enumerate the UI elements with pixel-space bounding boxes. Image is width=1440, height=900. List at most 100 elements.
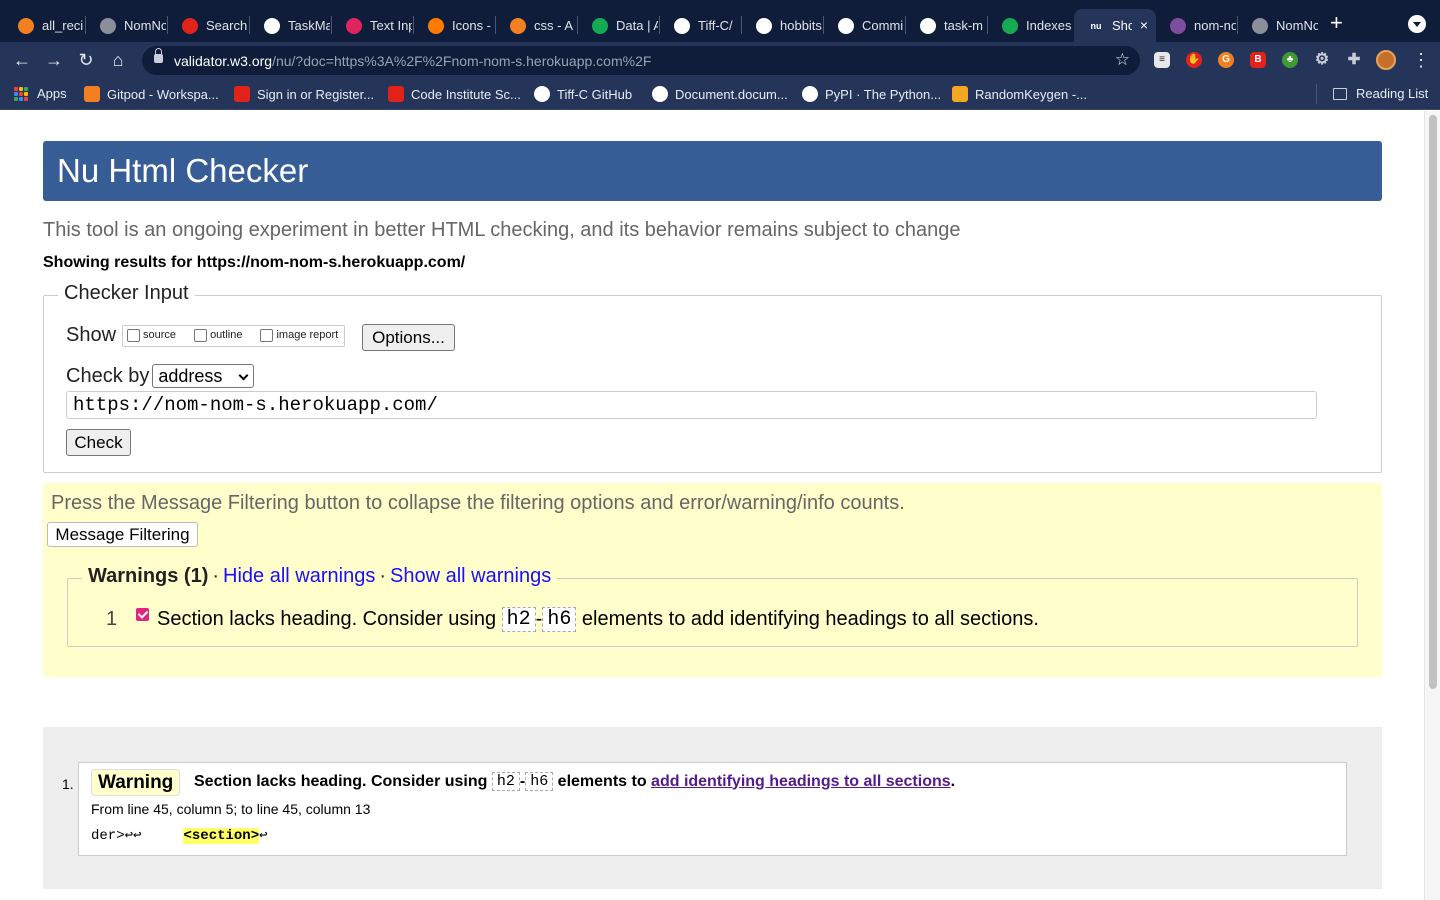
options-button[interactable]: Options... bbox=[362, 324, 455, 351]
result-message-mid: elements to bbox=[557, 772, 647, 790]
address-input[interactable]: https://nom-nom-s.herokuapp.com/ bbox=[66, 391, 1317, 419]
tab-13[interactable]: nu Sho × bbox=[1074, 9, 1156, 42]
tab-2[interactable]: Search bbox=[168, 9, 248, 42]
tab-title: NomNo bbox=[124, 18, 166, 33]
checkbox-box[interactable] bbox=[127, 328, 141, 342]
new-tab-button[interactable]: + bbox=[1330, 12, 1343, 34]
tab-10[interactable]: Commi bbox=[824, 9, 904, 42]
warning-item-number: 1 bbox=[106, 608, 118, 630]
bookmarks-bar: Reading List Apps Gitpod - Workspa... Sign… bbox=[0, 78, 1440, 110]
browser-toolbar: ← → ↻ ⌂ validator.w3.org/nu/?doc=https%3… bbox=[0, 42, 1440, 78]
tab-14[interactable]: nom-no bbox=[1156, 9, 1236, 42]
message-filtering-panel: Press the Message Filtering button to co… bbox=[43, 483, 1382, 677]
reload-icon[interactable]: ↻ bbox=[74, 48, 98, 72]
tab-7[interactable]: Data | A bbox=[578, 9, 658, 42]
page-scrollbar[interactable] bbox=[1424, 111, 1440, 900]
browser-menu-icon[interactable]: ⋮ bbox=[1412, 49, 1430, 71]
warning-toggle-checkbox[interactable] bbox=[136, 608, 149, 621]
bookmark-1[interactable]: Gitpod - Workspa... bbox=[84, 86, 219, 102]
tab-title: Sho bbox=[1112, 18, 1132, 33]
tab-0[interactable]: all_reci bbox=[4, 9, 84, 42]
tab-9[interactable]: hobbits bbox=[742, 9, 822, 42]
checker-input-legend: Checker Input bbox=[58, 282, 195, 305]
tab-search-icon[interactable] bbox=[1408, 15, 1426, 33]
back-arrow-icon[interactable]: ← bbox=[10, 48, 34, 72]
extension-gear-icon[interactable]: ⚙ bbox=[1314, 52, 1330, 68]
tab-favicon-icon bbox=[510, 17, 526, 34]
show-row: Show source outline image report bbox=[66, 324, 346, 347]
reading-list[interactable]: Reading List bbox=[1333, 86, 1428, 101]
show-image-report-checkbox[interactable]: image report bbox=[260, 328, 338, 342]
tab-5[interactable]: Icons - bbox=[414, 9, 494, 42]
tab-title: NomNo bbox=[1276, 18, 1318, 33]
extension-doc-icon[interactable]: ≡ bbox=[1154, 52, 1170, 68]
tab-favicon-icon bbox=[1252, 17, 1268, 34]
bookmark-5[interactable]: Document.docum... bbox=[652, 86, 788, 102]
checkbox-box[interactable] bbox=[194, 328, 208, 342]
tab-8[interactable]: Tiff-C/ bbox=[660, 9, 740, 42]
bookmark-label: Tiff-C GitHub bbox=[557, 86, 633, 102]
check-by-value: address bbox=[158, 366, 223, 386]
tab-11[interactable]: task-m bbox=[906, 9, 986, 42]
reading-list-icon bbox=[1333, 87, 1347, 100]
bookmark-4[interactable]: Tiff-C GitHub bbox=[534, 86, 632, 102]
bookmark-0[interactable]: Apps bbox=[14, 86, 67, 101]
bookmark-favicon-icon bbox=[652, 86, 668, 102]
show-options-group: source outline image report bbox=[122, 324, 346, 347]
tab-title: css - A bbox=[534, 18, 574, 33]
show-all-warnings-link[interactable]: Show all warnings bbox=[390, 565, 551, 587]
tab-1[interactable]: NomNo bbox=[86, 9, 166, 42]
reading-list-label: Reading List bbox=[1356, 86, 1429, 101]
checkbox-box[interactable] bbox=[260, 328, 274, 342]
bookmark-6[interactable]: PyPI · The Python... bbox=[802, 86, 941, 102]
bookmark-label: Document.docum... bbox=[675, 86, 788, 102]
tab-6[interactable]: css - A bbox=[496, 9, 576, 42]
tab-favicon-icon: nu bbox=[1088, 17, 1104, 34]
bookmark-label: Sign in or Register... bbox=[257, 86, 375, 102]
bookmark-7[interactable]: RandomKeygen -... bbox=[952, 86, 1087, 102]
extension-b-icon[interactable]: B bbox=[1250, 52, 1266, 68]
extension-hand-icon[interactable]: ✋ bbox=[1186, 52, 1202, 68]
show-source-checkbox[interactable]: source bbox=[127, 328, 176, 342]
checkbox-label: outline bbox=[210, 329, 243, 341]
tab-12[interactable]: Indexes bbox=[988, 9, 1072, 42]
apps-grid-icon bbox=[14, 86, 28, 101]
lock-icon[interactable] bbox=[154, 48, 163, 63]
filter-hint: Press the Message Filtering button to co… bbox=[51, 492, 905, 514]
check-by-select[interactable]: address bbox=[152, 364, 255, 388]
bookmark-favicon-icon bbox=[234, 86, 250, 102]
address-bar[interactable]: validator.w3.org/nu/?doc=https%3A%2F%2Fn… bbox=[142, 46, 1140, 75]
page-viewport: Nu Html Checker This tool is an ongoing … bbox=[0, 111, 1424, 900]
check-button[interactable]: Check bbox=[66, 429, 131, 456]
extensions-puzzle-icon[interactable]: ✚ bbox=[1346, 52, 1362, 68]
bookmark-label: Apps bbox=[37, 86, 67, 101]
scrollbar-thumb[interactable] bbox=[1429, 115, 1437, 689]
url-text[interactable]: validator.w3.org/nu/?doc=https%3A%2F%2Fn… bbox=[174, 53, 651, 69]
bookmark-favicon-icon bbox=[952, 86, 968, 102]
tab-3[interactable]: TaskMa bbox=[250, 9, 330, 42]
result-number: 1. bbox=[62, 776, 74, 792]
check-by-row: Check by address bbox=[66, 364, 255, 388]
tag-h6: h6 bbox=[542, 607, 577, 632]
bookmark-label: RandomKeygen -... bbox=[975, 86, 1088, 102]
tab-15[interactable]: NomNo bbox=[1238, 9, 1318, 42]
warning-filter-item: 1 Section lacks heading. Consider using … bbox=[106, 607, 1039, 632]
tab-favicon-icon bbox=[1170, 17, 1186, 34]
bookmark-3[interactable]: Code Institute Sc... bbox=[388, 86, 521, 102]
tab-4[interactable]: Text Inp bbox=[332, 9, 412, 42]
extension-gitpod-icon[interactable]: G bbox=[1218, 52, 1234, 68]
checker-input-fieldset: Checker Input Show source outline image … bbox=[43, 282, 1382, 473]
hide-all-warnings-link[interactable]: Hide all warnings bbox=[223, 565, 375, 587]
home-icon[interactable]: ⌂ bbox=[106, 48, 130, 72]
tab-close-icon[interactable]: × bbox=[1140, 17, 1148, 33]
message-filtering-button[interactable]: Message Filtering bbox=[47, 522, 198, 547]
bookmark-star-icon[interactable]: ☆ bbox=[1115, 50, 1130, 70]
headings-help-link[interactable]: add identifying headings to all sections bbox=[651, 773, 951, 791]
show-outline-checkbox[interactable]: outline bbox=[194, 328, 243, 342]
forward-arrow-icon[interactable]: → bbox=[42, 48, 66, 72]
bookmark-2[interactable]: Sign in or Register... bbox=[234, 86, 374, 102]
extract-before: der>↩↩ bbox=[91, 828, 184, 844]
extension-tree-icon[interactable]: ♣ bbox=[1282, 52, 1298, 68]
tab-title: Tiff-C/ bbox=[698, 18, 733, 33]
profile-avatar[interactable] bbox=[1376, 50, 1396, 70]
